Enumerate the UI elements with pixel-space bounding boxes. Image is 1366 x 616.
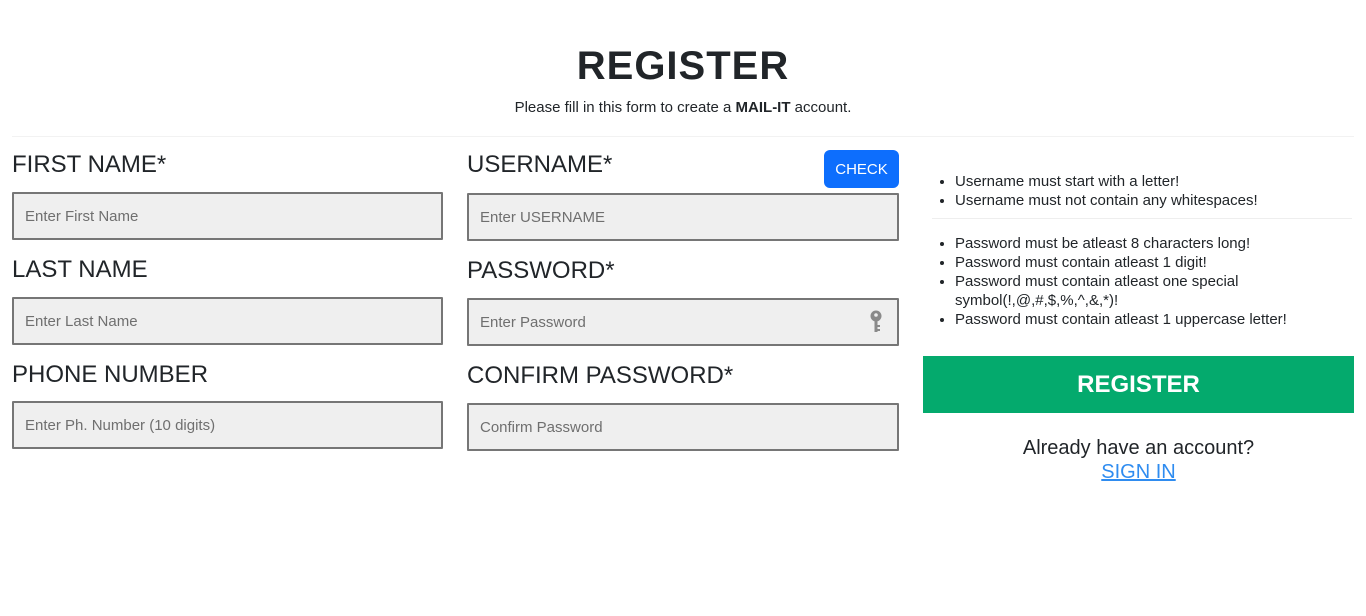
sign-in-link[interactable]: SIGN IN — [923, 461, 1354, 484]
have-account-text: Already have an account? — [1022, 437, 1255, 459]
first-name-label: FIRST NAME* — [12, 151, 167, 178]
phone-number-label: PHONE NUMBER — [12, 361, 209, 388]
password-rules-list: Password must be atleast 8 characters lo… — [955, 234, 1345, 329]
first-name-input[interactable] — [12, 192, 443, 240]
password-label: PASSWORD* — [467, 257, 615, 284]
password-rule: Password must contain atleast one specia… — [955, 272, 1345, 310]
username-input[interactable] — [467, 193, 899, 241]
register-button[interactable]: REGISTER — [923, 356, 1354, 413]
page-title: REGISTER — [576, 44, 790, 88]
username-rules-list: Username must start with a letter! Usern… — [955, 172, 1258, 210]
confirm-password-label: CONFIRM PASSWORD* — [467, 362, 734, 389]
subtitle-brand: MAIL-IT — [735, 99, 791, 116]
subtitle-text-after: account. — [790, 99, 852, 116]
password-rule: Password must be atleast 8 characters lo… — [955, 234, 1345, 253]
password-rule: Password must contain atleast 1 uppercas… — [955, 310, 1345, 329]
check-username-button[interactable]: CHECK — [824, 150, 899, 188]
header-divider — [12, 136, 1354, 137]
key-icon[interactable] — [869, 310, 883, 334]
username-rule: Username must start with a letter! — [955, 172, 1258, 191]
last-name-input[interactable] — [12, 297, 443, 345]
password-input[interactable] — [467, 298, 899, 346]
phone-number-input[interactable] — [12, 401, 443, 449]
password-rule: Password must contain atleast 1 digit! — [955, 253, 1345, 272]
page-subtitle: Please fill in this form to create a MAI… — [0, 99, 1366, 116]
rules-divider — [932, 218, 1352, 219]
last-name-label: LAST NAME — [12, 256, 148, 283]
username-label: USERNAME* — [467, 151, 613, 178]
username-rule: Username must not contain any whitespace… — [955, 191, 1258, 210]
subtitle-text-before: Please fill in this form to create a — [514, 99, 736, 116]
confirm-password-input[interactable] — [467, 403, 899, 451]
